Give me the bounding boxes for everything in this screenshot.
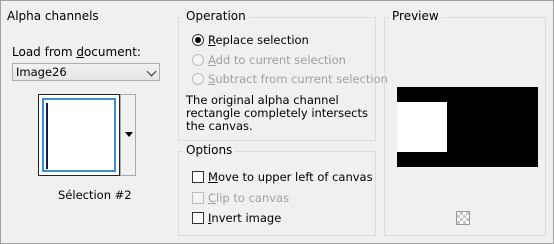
preview-canvas: [397, 87, 538, 167]
load-label-pre: Load from: [12, 45, 77, 59]
alpha-channels-title: Alpha channels: [7, 9, 99, 23]
thumbnail-edge-mark: [46, 103, 48, 169]
radio-subtract-label: Subtract from current selection: [208, 72, 388, 86]
checkbox-invert-indicator[interactable]: [192, 212, 204, 224]
thumbnail-selection-frame: [42, 98, 116, 172]
triangle-down-icon: [125, 132, 133, 137]
preview-title: Preview: [389, 9, 442, 23]
options-title: Options: [183, 143, 236, 157]
checkbox-invert-label: Invert image: [208, 211, 282, 225]
radio-add-label: Add to current selection: [208, 53, 346, 67]
checkbox-move-indicator[interactable]: [192, 171, 204, 183]
checkbox-move-to-upper-left[interactable]: Move to upper left of canvas: [192, 169, 373, 185]
thumbnail-dropdown-button[interactable]: [120, 94, 136, 176]
load-from-document-label: Load from document:: [12, 45, 141, 59]
alpha-channel-thumbnail[interactable]: [38, 94, 120, 176]
transparency-checker-icon[interactable]: [456, 211, 470, 225]
operation-description: The original alpha channel rectangle com…: [186, 93, 369, 133]
load-label-post: ocument:: [83, 45, 141, 59]
document-select[interactable]: Image26: [12, 63, 160, 81]
checkbox-invert-image[interactable]: Invert image: [192, 210, 281, 226]
preview-selection-area: [397, 102, 447, 152]
load-label-mnemonic: d: [76, 45, 84, 59]
radio-subtract-indicator[interactable]: [192, 73, 204, 85]
checkbox-clip-label: Clip to canvas: [208, 191, 290, 205]
radio-replace-selection[interactable]: Replace selection: [192, 32, 309, 48]
operation-title: Operation: [183, 9, 249, 23]
radio-replace-indicator[interactable]: [192, 34, 204, 46]
selection-name-label: Sélection #2: [58, 188, 132, 202]
document-select-value: Image26: [16, 65, 67, 79]
checkbox-clip-indicator[interactable]: [192, 192, 204, 204]
chevron-down-icon: [146, 66, 157, 77]
checkbox-move-label: Move to upper left of canvas: [208, 170, 373, 184]
radio-add-to-selection[interactable]: Add to current selection: [192, 52, 346, 68]
radio-add-indicator[interactable]: [192, 54, 204, 66]
radio-replace-label: Replace selection: [208, 33, 309, 47]
radio-subtract-from-selection[interactable]: Subtract from current selection: [192, 71, 388, 87]
checkbox-clip-to-canvas[interactable]: Clip to canvas: [192, 190, 289, 206]
